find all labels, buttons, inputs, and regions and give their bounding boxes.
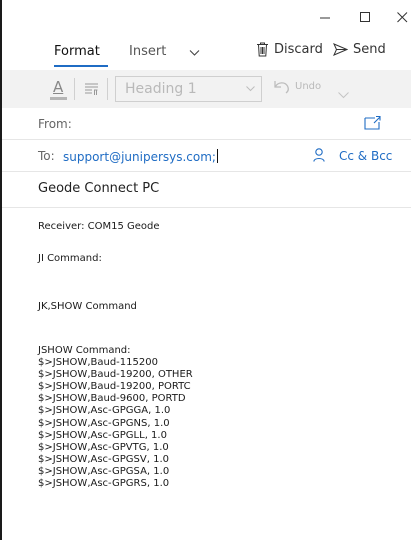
jshow-line: $>JSHOW,Asc-GPGSV, 1.0: [38, 453, 169, 465]
body-ji-command: JI Command:: [38, 253, 102, 264]
style-dropdown[interactable]: Heading 1: [115, 76, 262, 102]
font-color-icon: A: [53, 78, 64, 96]
undo-label: Undo: [295, 81, 322, 92]
jshow-line: $>JSHOW,Asc-GPGSA, 1.0: [38, 465, 170, 477]
paragraph-icon: [85, 83, 98, 95]
paragraph-format-button[interactable]: [84, 81, 99, 100]
trash-icon: [257, 42, 268, 57]
active-tab-indicator: [54, 65, 108, 67]
body-receiver-line: Receiver: COM15 Geode: [38, 221, 160, 232]
undo-icon: [274, 81, 289, 94]
discard-button[interactable]: Discard: [256, 42, 323, 57]
chevron-down-icon: [338, 92, 349, 99]
send-label: Send: [353, 42, 386, 57]
body-jshow-heading: JSHOW Command:: [38, 345, 131, 356]
close-icon: [396, 11, 407, 22]
maximize-button[interactable]: [345, 0, 385, 34]
compose-icon: [364, 115, 381, 130]
toolbar-divider: [107, 78, 108, 100]
font-color-button[interactable]: A: [50, 76, 68, 102]
maximize-icon: [359, 11, 370, 22]
to-field[interactable]: support@junipersys.com;: [63, 149, 218, 164]
minimize-icon: [319, 17, 330, 18]
jshow-line: $>JSHOW,Asc-GPGLL, 1.0: [38, 429, 167, 441]
font-color-swatch: [50, 97, 67, 100]
jshow-line: $>JSHOW,Asc-GPGGA, 1.0: [38, 405, 171, 417]
jshow-line: $>JSHOW,Baud-115200: [38, 357, 158, 369]
compose-window-button[interactable]: [364, 115, 381, 133]
ribbon-expand-button[interactable]: [189, 46, 200, 61]
from-label: From:: [38, 117, 72, 131]
tab-format[interactable]: Format: [54, 44, 100, 59]
jshow-output: JSHOW Command: $>JSHOW,Baud-115200 $>JSH…: [38, 345, 193, 490]
jshow-line: $>JSHOW,Asc-GPVTG, 1.0: [38, 441, 169, 453]
tab-insert[interactable]: Insert: [129, 44, 166, 59]
cc-bcc-button[interactable]: Cc & Bcc: [339, 149, 392, 163]
undo-button[interactable]: Undo: [273, 79, 321, 94]
to-label: To:: [38, 149, 55, 163]
text-cursor: [216, 149, 218, 163]
ribbon-tabs: Format Insert Discard Send: [2, 34, 411, 70]
chevron-down-icon: [189, 50, 200, 56]
jshow-line: $>JSHOW,Asc-GPGNS, 1.0: [38, 417, 170, 429]
recipient-address: support@junipersys.com;: [63, 150, 216, 164]
from-row[interactable]: From:: [2, 108, 411, 140]
more-options-button[interactable]: [338, 84, 349, 103]
chevron-down-icon: [246, 86, 255, 92]
format-toolbar: A Heading 1 Undo: [2, 70, 411, 108]
to-row[interactable]: To: support@junipersys.com; Cc & Bcc: [2, 140, 411, 172]
subject-field[interactable]: Geode Connect PC: [38, 181, 159, 196]
person-icon: [313, 148, 325, 162]
close-button[interactable]: [382, 0, 411, 34]
minimize-button[interactable]: [305, 0, 345, 34]
toolbar-divider: [74, 78, 75, 100]
body-jk-command: JK,SHOW Command: [38, 301, 137, 312]
contacts-button[interactable]: [313, 148, 325, 165]
jshow-line: $>JSHOW,Asc-GPGRS, 1.0: [38, 478, 170, 490]
style-value: Heading 1: [125, 81, 197, 97]
send-icon: [333, 43, 348, 56]
jshow-line: $>JSHOW,Baud-19200, OTHER: [38, 369, 193, 381]
send-button[interactable]: Send: [333, 42, 386, 57]
subject-row[interactable]: Geode Connect PC: [2, 172, 411, 208]
jshow-line: $>JSHOW,Baud-9600, PORTD: [38, 393, 186, 405]
jshow-line: $>JSHOW,Baud-19200, PORTC: [38, 381, 191, 393]
discard-label: Discard: [274, 42, 323, 57]
title-bar: [2, 0, 411, 34]
